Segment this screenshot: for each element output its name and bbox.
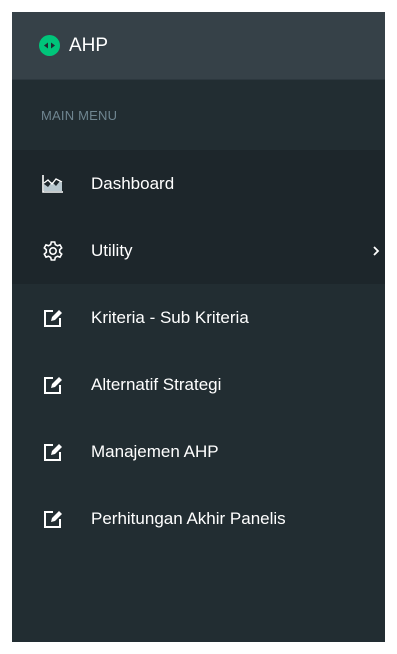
chevron-right-icon	[369, 244, 383, 258]
sidebar-item-manajemen-ahp[interactable]: Manajemen AHP	[12, 418, 385, 485]
brand-header[interactable]: AHP	[12, 12, 385, 80]
edit-icon	[40, 372, 66, 398]
sidebar-item-dashboard[interactable]: Dashboard	[12, 150, 385, 217]
sidebar: AHP MAIN MENU Dashboard Utility Kriteria…	[12, 12, 385, 642]
sidebar-item-label: Manajemen AHP	[91, 441, 219, 461]
sidebar-item-label: Kriteria - Sub Kriteria	[91, 307, 249, 327]
area-chart-icon	[40, 171, 66, 197]
app-title: AHP	[69, 34, 109, 56]
main-menu: Dashboard Utility Kriteria - Sub Kriteri…	[12, 150, 385, 552]
gear-icon	[40, 238, 66, 264]
sidebar-item-label: Dashboard	[91, 173, 175, 193]
sidebar-item-perhitungan-akhir-panelis[interactable]: Perhitungan Akhir Panelis	[12, 485, 385, 552]
edit-icon	[40, 439, 66, 465]
edit-icon	[40, 305, 66, 331]
sidebar-item-kriteria[interactable]: Kriteria - Sub Kriteria	[12, 284, 385, 351]
sidebar-item-utility[interactable]: Utility	[12, 217, 385, 284]
edit-icon	[40, 506, 66, 532]
circle-arrows-logo-icon	[39, 35, 60, 56]
sidebar-item-label: Perhitungan Akhir Panelis	[91, 508, 286, 528]
sidebar-item-label: Alternatif Strategi	[91, 374, 222, 394]
main-menu-header: MAIN MENU	[12, 80, 385, 150]
sidebar-item-alternatif-strategi[interactable]: Alternatif Strategi	[12, 351, 385, 418]
sidebar-item-label: Utility	[91, 240, 133, 260]
